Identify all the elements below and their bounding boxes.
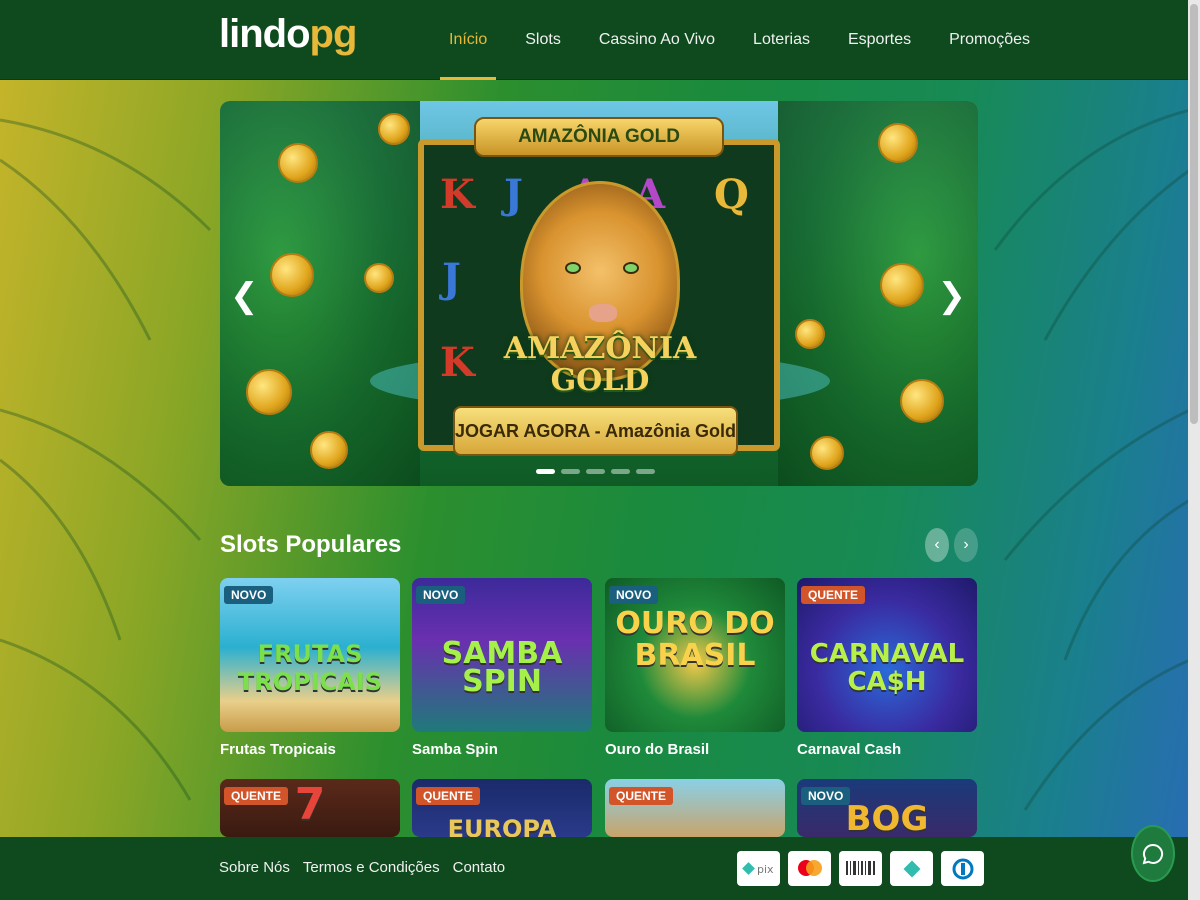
- game-name: Ouro do Brasil: [605, 741, 710, 758]
- slots-prev-button[interactable]: ‹: [925, 528, 949, 562]
- badge-novo: NOVO: [416, 586, 466, 604]
- boleto-icon: [839, 851, 882, 886]
- game-art-title: FRUTAS TROPICAIS: [237, 640, 383, 696]
- game-thumbnail: NOVO BOG: [797, 779, 977, 837]
- gold-coin-image: [364, 263, 394, 293]
- section-title: Slots Populares: [220, 531, 402, 558]
- gold-coin-image: [880, 263, 924, 307]
- scrollbar-thumb[interactable]: [1190, 4, 1198, 424]
- game-name: Frutas Tropicais: [220, 741, 336, 758]
- carousel-prev-arrow-icon[interactable]: ❮: [230, 276, 259, 316]
- gold-coin-image: [310, 431, 348, 469]
- nav-item-promocoes[interactable]: Promoções: [930, 0, 1049, 80]
- nav-item-slots[interactable]: Slots: [506, 0, 580, 80]
- mastercard-icon: [788, 851, 831, 886]
- hero-carousel[interactable]: K J A A Q J K AMAZÔNIA GOLD AMAZÔNIA GOL…: [220, 101, 978, 486]
- nav-item-inicio[interactable]: Início: [430, 0, 506, 80]
- pix-icon: pix: [737, 851, 780, 886]
- footer-link-sobre-nos[interactable]: Sobre Nós: [219, 859, 290, 876]
- carousel-dot[interactable]: [561, 469, 580, 474]
- game-card[interactable]: QUENTE EUROPA: [412, 779, 592, 837]
- game-art-title: OURO DO BRASIL: [615, 606, 775, 673]
- game-art-title: SAMBA SPIN: [441, 636, 563, 699]
- game-thumbnail: NOVO SAMBA SPIN: [412, 578, 592, 732]
- game-art-title: CARNAVAL CA$H: [809, 639, 965, 697]
- game-card[interactable]: NOVO FRUTAS TROPICAIS Frutas Tropicais: [220, 578, 400, 758]
- jaguar-eye: [565, 262, 581, 274]
- gold-coin-image: [878, 123, 918, 163]
- badge-quente: QUENTE: [801, 586, 866, 604]
- site-logo[interactable]: lindopg: [219, 12, 358, 57]
- site-footer: Sobre Nós Termos e Condições Contato pix: [0, 837, 1188, 900]
- carousel-dot[interactable]: [586, 469, 605, 474]
- carousel-pagination: [536, 469, 655, 474]
- footer-link-termos[interactable]: Termos e Condições: [303, 859, 440, 876]
- play-now-button[interactable]: JOGAR AGORA - Amazônia Gold: [453, 406, 738, 456]
- chat-bubble-icon: [1142, 843, 1164, 864]
- game-card[interactable]: NOVO SAMBA SPIN Samba Spin: [412, 578, 592, 758]
- game-thumbnail: QUENTE CARNAVAL CA$H: [797, 578, 977, 732]
- slot-machine-title: AMAZÔNIA GOLD: [474, 117, 724, 157]
- reel-symbol-j: J: [504, 171, 523, 218]
- game-art-title: BOG: [845, 799, 929, 837]
- game-thumbnail: QUENTE EUROPA: [412, 779, 592, 837]
- page-scrollbar[interactable]: [1188, 0, 1200, 900]
- game-thumbnail: QUENTE: [605, 779, 785, 837]
- gold-coin-image: [900, 379, 944, 423]
- diners-club-icon: [941, 851, 984, 886]
- game-card[interactable]: QUENTE: [605, 779, 785, 837]
- gold-coin-image: [795, 319, 825, 349]
- gold-coin-image: [246, 369, 292, 415]
- carousel-dot[interactable]: [636, 469, 655, 474]
- reel-symbol-j: J: [442, 255, 461, 302]
- game-thumbnail: QUENTE 7: [220, 779, 400, 837]
- badge-quente: QUENTE: [609, 787, 674, 805]
- hero-game-title-line2: GOLD: [550, 363, 650, 398]
- carousel-dot[interactable]: [611, 469, 630, 474]
- pix-diamond-icon: [890, 851, 933, 886]
- gold-coin-image: [278, 143, 318, 183]
- gold-coin-image: [378, 113, 410, 145]
- nav-item-loterias[interactable]: Loterias: [734, 0, 829, 80]
- game-card[interactable]: QUENTE 7: [220, 779, 400, 837]
- badge-quente: QUENTE: [416, 787, 481, 805]
- game-thumbnail: NOVO OURO DO BRASIL: [605, 578, 785, 732]
- top-header: lindopg Início Slots Cassino Ao Vivo Lot…: [0, 0, 1188, 80]
- jaguar-nose: [589, 304, 617, 322]
- game-name: Carnaval Cash: [797, 741, 902, 758]
- palm-leaf-left-decoration: [0, 118, 212, 801]
- reel-symbol-k: K: [440, 171, 475, 218]
- nav-item-esportes[interactable]: Esportes: [829, 0, 930, 80]
- logo-text-part1: lindo: [219, 12, 311, 56]
- reel-symbol-k: K: [440, 339, 475, 386]
- carousel-dot[interactable]: [536, 469, 555, 474]
- nav-item-cassino-ao-vivo[interactable]: Cassino Ao Vivo: [580, 0, 734, 80]
- badge-novo: NOVO: [609, 586, 659, 604]
- slots-next-button[interactable]: ›: [954, 528, 978, 562]
- badge-novo: NOVO: [224, 586, 274, 604]
- reel-symbol-q: Q: [714, 171, 749, 218]
- payment-methods: pix: [737, 851, 984, 886]
- footer-links: Sobre Nós Termos e Condições Contato: [219, 859, 505, 876]
- jaguar-eye: [623, 262, 639, 274]
- badge-novo: NOVO: [801, 787, 851, 805]
- footer-link-contato[interactable]: Contato: [453, 859, 506, 876]
- game-name: Samba Spin: [412, 741, 498, 758]
- logo-text-part2: pg: [309, 12, 358, 56]
- carousel-next-arrow-icon[interactable]: ❯: [938, 276, 967, 316]
- chat-support-button[interactable]: [1131, 825, 1175, 882]
- game-card[interactable]: NOVO BOG: [797, 779, 977, 837]
- hero-game-title: AMAZÔNIA GOLD: [490, 333, 710, 397]
- main-nav: Início Slots Cassino Ao Vivo Loterias Es…: [430, 0, 1049, 80]
- hero-game-title-line1: AMAZÔNIA: [503, 331, 697, 366]
- palm-leaf-right-decoration: [993, 108, 1190, 811]
- game-card[interactable]: NOVO OURO DO BRASIL Ouro do Brasil: [605, 578, 785, 758]
- game-thumbnail: NOVO FRUTAS TROPICAIS: [220, 578, 400, 732]
- game-art-title: 7: [294, 779, 326, 830]
- gold-coin-image: [810, 436, 844, 470]
- gold-coin-image: [270, 253, 314, 297]
- svg-text:pix: pix: [757, 863, 774, 876]
- game-card[interactable]: QUENTE CARNAVAL CA$H Carnaval Cash: [797, 578, 977, 758]
- game-art-title: EUROPA: [447, 815, 557, 837]
